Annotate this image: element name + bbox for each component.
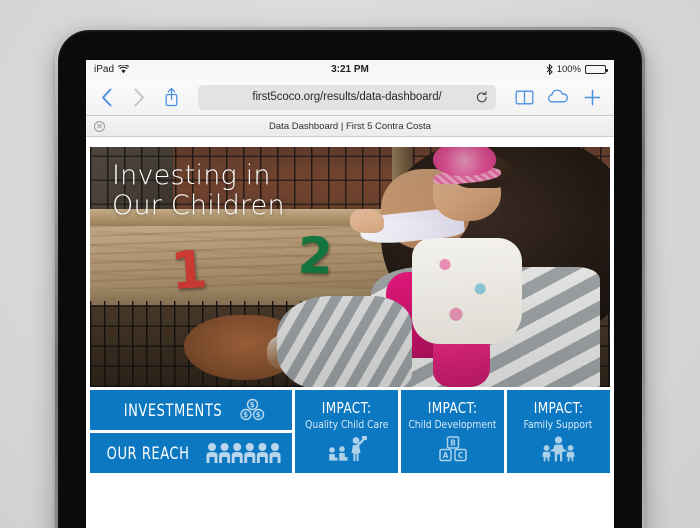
chevron-left-icon: [101, 88, 113, 107]
nav-tile-investments[interactable]: INVESTMENTS $ $ $: [90, 390, 292, 430]
impact-label-sub: Quality Child Care: [304, 418, 389, 431]
svg-text:$: $: [250, 401, 255, 409]
abc-blocks-icon: B A C: [437, 436, 469, 462]
nav-tile-impact-quality-child-care[interactable]: IMPACT: Quality Child Care: [295, 390, 398, 473]
family-icon: [540, 436, 578, 462]
tab-title[interactable]: Data Dashboard | First 5 Contra Costa: [86, 121, 614, 132]
close-icon[interactable]: ✕: [94, 120, 105, 132]
share-icon: [164, 87, 179, 107]
cloud-icon: [547, 89, 569, 105]
icloud-tabs-button[interactable]: [546, 84, 570, 110]
hero-heading-line2: Our Children: [112, 190, 285, 222]
svg-text:C: C: [457, 451, 463, 460]
new-tab-button[interactable]: [580, 84, 604, 110]
svg-text:$: $: [243, 411, 248, 419]
hero-banner[interactable]: 1 2 3 4: [90, 147, 610, 387]
status-bar-right: 100%: [546, 64, 608, 75]
ipad-device: iPad 3:21 PM 100% first5coco.org/results…: [55, 27, 645, 528]
carrier-label: iPad: [94, 64, 115, 75]
page-content: 1 2 3 4: [90, 147, 610, 473]
hero-heading-line1: Investing in: [112, 160, 271, 191]
impact-label-top: IMPACT:: [533, 399, 584, 417]
back-button[interactable]: [96, 84, 118, 110]
impact-label-top: IMPACT:: [321, 399, 372, 417]
teacher-children-icon: [326, 436, 368, 462]
reload-icon[interactable]: [476, 90, 488, 104]
safari-toolbar: first5coco.org/results/data-dashboard/: [86, 79, 614, 116]
nav-tiles-left-column: INVESTMENTS $ $ $ OUR REACH: [90, 390, 292, 473]
wifi-icon: [118, 65, 130, 74]
battery-percent-label: 100%: [556, 64, 581, 75]
impact-label-sub: Child Development: [408, 418, 497, 431]
bluetooth-icon: [546, 64, 553, 75]
url-text: first5coco.org/results/data-dashboard/: [252, 91, 442, 103]
tab-bar: ✕ Data Dashboard | First 5 Contra Costa: [86, 116, 614, 137]
nav-tile-impact-family-support[interactable]: IMPACT: Family Support: [507, 390, 610, 473]
coins-icon: $ $ $: [239, 398, 265, 422]
battery-full-icon: [585, 65, 608, 74]
nav-tiles: INVESTMENTS $ $ $ OUR REACH IMPACT: Qual…: [90, 390, 610, 473]
plus-icon: [584, 89, 601, 106]
bookmarks-button[interactable]: [512, 84, 536, 110]
nav-tile-our-reach-label: OUR REACH: [106, 443, 190, 463]
ipad-screen: iPad 3:21 PM 100% first5coco.org/results…: [86, 60, 614, 528]
nav-tile-investments-label: INVESTMENTS: [123, 400, 223, 420]
svg-text:$: $: [256, 411, 261, 419]
ios-status-bar: iPad 3:21 PM 100%: [86, 60, 614, 79]
status-bar-clock: 3:21 PM: [331, 64, 369, 75]
share-button[interactable]: [160, 84, 182, 110]
chevron-right-icon: [133, 88, 145, 107]
impact-label-sub: Family Support: [524, 418, 593, 431]
forward-button[interactable]: [128, 84, 150, 110]
book-icon: [515, 89, 534, 106]
impact-label-top: IMPACT:: [427, 399, 478, 417]
svg-text:A: A: [442, 451, 448, 460]
status-bar-left: iPad: [94, 64, 130, 75]
hero-heading: Investing in Our Children: [112, 160, 285, 222]
svg-text:B: B: [450, 438, 456, 447]
ipad-bezel: iPad 3:21 PM 100% first5coco.org/results…: [58, 30, 642, 528]
nav-tile-our-reach[interactable]: OUR REACH: [90, 433, 292, 473]
webpage-viewport: 1 2 3 4: [86, 137, 614, 528]
people-group-icon: [205, 441, 281, 465]
url-field[interactable]: first5coco.org/results/data-dashboard/: [198, 84, 496, 110]
nav-tile-impact-child-development[interactable]: IMPACT: Child Development B A C: [401, 390, 504, 473]
